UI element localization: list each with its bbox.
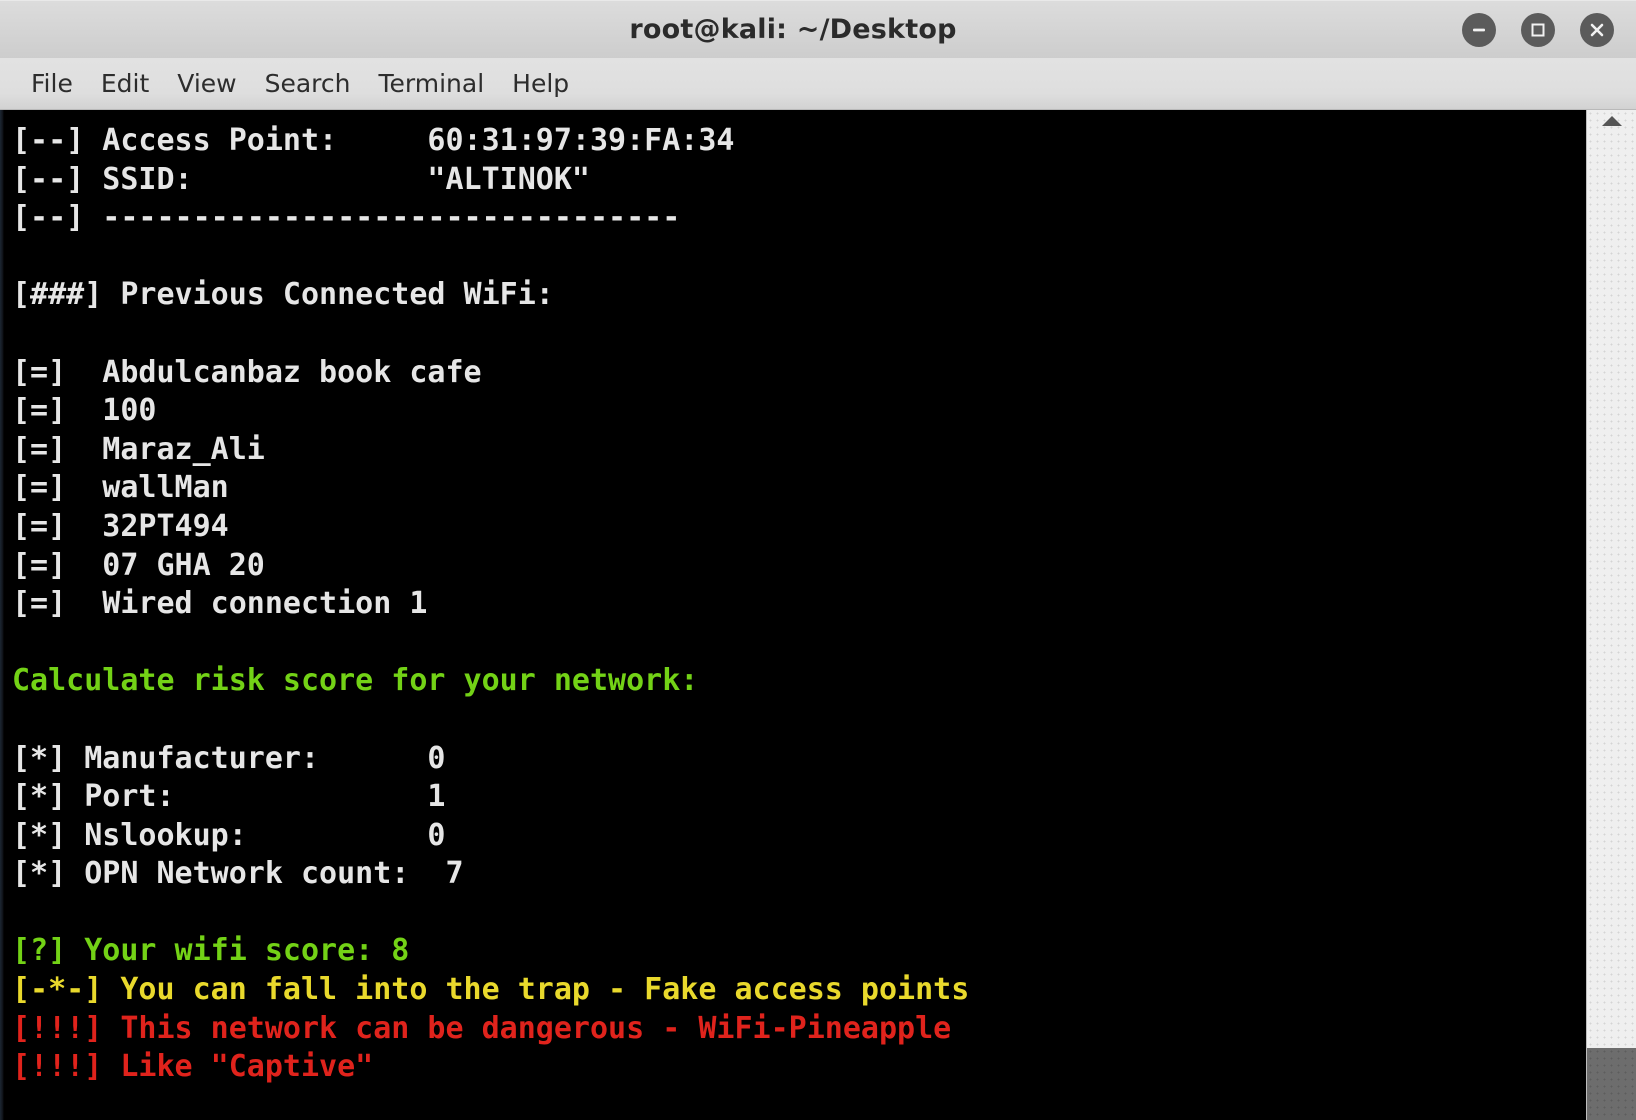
terminal-line: [*] Port: 1 [12,779,446,815]
terminal-line: [=] 100 [12,393,157,429]
maximize-icon [1531,23,1545,37]
menu-item-view[interactable]: View [163,67,250,100]
terminal-line: [--] Access Point: 60:31:97:39:FA:34 [12,123,735,158]
terminal-line: [--] SSID: "ALTINOK" [12,161,590,197]
terminal-line: [=] wallMan [12,470,229,506]
scrollbar-thumb[interactable] [1587,1048,1636,1120]
terminal-line: [=] Abdulcanbaz book cafe [12,354,482,390]
minimize-icon [1473,28,1485,32]
close-button[interactable] [1580,13,1614,47]
terminal-line: [!!!] This network can be dangerous - Wi… [12,1010,952,1046]
menu-bar: File Edit View Search Terminal Help [0,58,1636,110]
terminal-line: [?] Your wifi score: 8 [12,933,410,969]
terminal-scrollbar[interactable] [1586,110,1636,1120]
terminal-window: root@kali: ~/Desktop File Edit View Sear… [0,0,1636,1120]
terminal-body: [--] Access Point: 60:31:97:39:FA:34 [--]… [0,110,1636,1120]
scrollbar-up-button[interactable] [1587,110,1636,132]
terminal-line: [--] -------------------------------- [12,200,681,236]
menu-item-edit[interactable]: Edit [87,67,163,100]
terminal-line: [*] Manufacturer: 0 [12,740,446,776]
minimize-button[interactable] [1462,13,1496,47]
menu-item-file[interactable]: File [17,67,87,100]
menu-item-help[interactable]: Help [498,67,583,100]
terminal-line: [=] 07 GHA 20 [12,547,265,583]
maximize-button[interactable] [1521,13,1555,47]
terminal-lines: [--] Access Point: 60:31:97:39:FA:34 [--]… [12,122,1586,1087]
close-icon [1590,23,1604,37]
terminal-output-area[interactable]: [--] Access Point: 60:31:97:39:FA:34 [--]… [4,110,1586,1120]
scrollbar-track[interactable] [1587,132,1636,1120]
terminal-line: [-*-] You can fall into the trap - Fake … [12,972,970,1008]
terminal-line: [!!!] Like "Captive" [12,1049,374,1085]
terminal-line: [*] OPN Network count: 7 [12,856,464,892]
terminal-line: [###] Previous Connected WiFi: [12,277,554,313]
menu-item-search[interactable]: Search [251,67,365,100]
terminal-line: [=] Wired connection 1 [12,586,428,622]
terminal-line: [=] Maraz_Ali [12,431,265,467]
window-title: root@kali: ~/Desktop [629,14,957,45]
menu-item-terminal[interactable]: Terminal [364,67,498,100]
triangle-up-icon [1601,116,1622,126]
terminal-line: [*] Nslookup: 0 [12,817,446,853]
terminal-line: Calculate risk score for your network: [12,663,699,699]
title-bar[interactable]: root@kali: ~/Desktop [0,0,1636,58]
terminal-line: [=] 32PT494 [12,508,229,544]
window-controls [1462,1,1614,59]
